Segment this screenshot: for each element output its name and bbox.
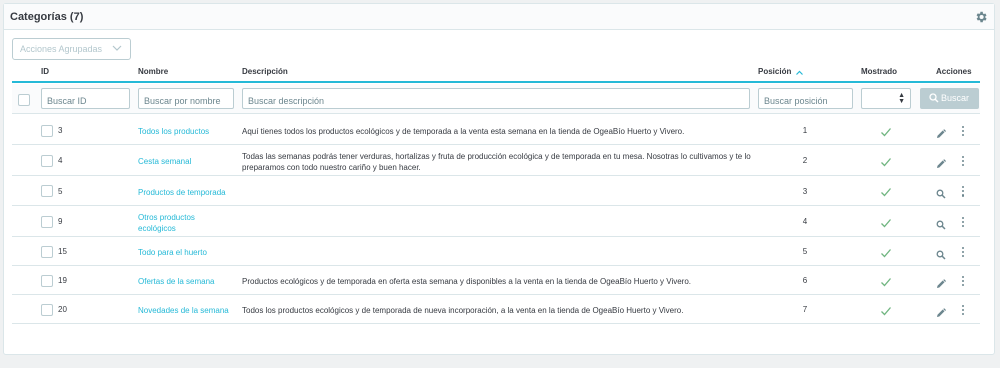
row-description: Todos los productos ecológicos y de temp… <box>242 305 684 315</box>
edit-icon[interactable] <box>936 276 946 288</box>
row-name-link[interactable]: Productos de temporada <box>138 187 226 198</box>
view-icon[interactable] <box>936 186 946 199</box>
row-id: 9 <box>58 217 63 226</box>
chevron-down-icon <box>112 45 122 51</box>
row-description: Aquí tienes todos los productos ecológic… <box>242 126 685 136</box>
more-actions-icon[interactable] <box>962 275 965 289</box>
edit-icon[interactable] <box>936 156 946 168</box>
row-id: 20 <box>58 305 67 314</box>
bulk-actions-label: Acciones Agrupadas <box>20 44 103 54</box>
row-position: 2 <box>802 156 808 165</box>
row-name-link[interactable]: Cesta semanal <box>138 156 191 167</box>
row-checkbox[interactable] <box>41 124 53 137</box>
row-id: 5 <box>58 186 63 196</box>
displayed-check-icon[interactable] <box>880 304 892 316</box>
search-id-input[interactable] <box>41 88 130 109</box>
row-id: 15 <box>58 247 67 256</box>
edit-icon[interactable] <box>936 126 946 138</box>
header-divider <box>12 81 980 83</box>
more-actions-icon[interactable] <box>962 216 965 230</box>
row-name-link[interactable]: Novedades de la semana <box>138 305 229 316</box>
row-id: 19 <box>58 276 67 285</box>
column-header-id[interactable]: ID <box>41 67 49 76</box>
row-position: 3 <box>802 186 808 196</box>
displayed-check-icon[interactable] <box>880 246 892 258</box>
row-checkbox[interactable] <box>41 303 53 316</box>
search-name-input[interactable] <box>138 88 234 109</box>
panel-title: Categorías (7) <box>10 11 84 23</box>
column-header-name[interactable]: Nombre <box>138 67 168 76</box>
search-icon <box>929 93 939 103</box>
row-name-link[interactable]: Todos los productos <box>138 126 209 137</box>
row-id: 3 <box>58 126 63 135</box>
displayed-check-icon[interactable] <box>880 155 892 167</box>
view-icon[interactable] <box>936 217 946 230</box>
displayed-filter-select[interactable]: ▲ ▼ <box>861 88 911 109</box>
row-checkbox[interactable] <box>41 245 53 258</box>
gear-icon[interactable] <box>974 10 988 24</box>
panel-header: Categorías (7) <box>4 4 994 30</box>
row-checkbox[interactable] <box>41 274 53 287</box>
row-checkbox[interactable] <box>41 215 53 228</box>
search-button[interactable]: Buscar <box>920 88 979 109</box>
row-position: 7 <box>802 305 808 314</box>
sort-ascending-icon[interactable] <box>796 70 803 75</box>
row-id: 4 <box>58 156 63 165</box>
column-header-position[interactable]: Posición <box>758 67 791 76</box>
column-header-description[interactable]: Descripción <box>242 67 288 76</box>
view-icon[interactable] <box>936 247 946 260</box>
more-actions-icon[interactable] <box>962 155 965 169</box>
column-header-displayed[interactable]: Mostrado <box>861 67 897 76</box>
row-position: 4 <box>802 217 808 226</box>
search-button-label: Buscar <box>941 93 970 103</box>
edit-icon[interactable] <box>936 305 946 317</box>
select-all-checkbox[interactable] <box>18 94 30 106</box>
row-name-link[interactable]: Ofertas de la semana <box>138 276 214 287</box>
bulk-actions-dropdown[interactable]: Acciones Agrupadas <box>12 38 131 60</box>
displayed-check-icon[interactable] <box>880 125 892 137</box>
row-description: Todas las semanas podrás tener verduras,… <box>242 151 751 172</box>
search-description-input[interactable] <box>242 88 750 109</box>
column-header-actions: Acciones <box>936 67 972 76</box>
more-actions-icon[interactable] <box>962 246 965 260</box>
more-actions-icon[interactable] <box>962 125 965 139</box>
row-position: 5 <box>802 247 808 256</box>
displayed-check-icon[interactable] <box>880 275 892 287</box>
row-checkbox[interactable] <box>41 154 53 167</box>
displayed-check-icon[interactable] <box>880 185 892 197</box>
row-position: 6 <box>802 276 808 285</box>
more-actions-icon[interactable] <box>962 186 965 199</box>
row-description: Productos ecológicos y de temporada en o… <box>242 276 692 286</box>
more-actions-icon[interactable] <box>962 304 965 318</box>
select-arrows-icon: ▲ ▼ <box>898 92 905 105</box>
row-position: 1 <box>802 126 808 135</box>
search-position-input[interactable] <box>758 88 853 109</box>
row-checkbox[interactable] <box>41 185 53 197</box>
row-name-link[interactable]: Todo para el huerto <box>138 247 207 258</box>
row-name-link[interactable]: Otros productos ecológicos <box>138 212 208 234</box>
displayed-check-icon[interactable] <box>880 216 892 228</box>
